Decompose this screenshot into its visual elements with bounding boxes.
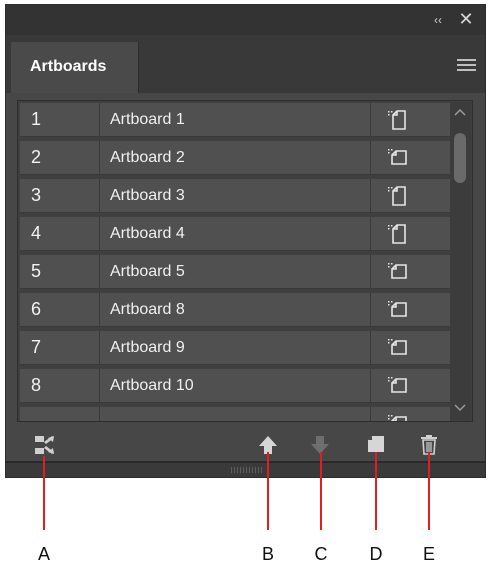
artboard-landscape-icon — [388, 339, 407, 355]
artboard-row[interactable]: 5 Artboard 5 — [20, 255, 450, 289]
artboard-number: 5 — [20, 255, 100, 288]
callout-line-a — [43, 456, 45, 530]
artboard-options-button[interactable] — [372, 103, 450, 136]
artboards-panel: ‹‹ ✕ Artboards 8 Artboard 10 7 Artboard 96A… — [5, 4, 486, 478]
artboard-landscape-icon — [388, 301, 407, 317]
artboard-row[interactable]: 1 Artboard 1 — [20, 103, 450, 137]
artboard-name[interactable]: Artboard 4 — [101, 217, 371, 250]
panel-toolbar — [6, 431, 485, 461]
artboard-landscape-icon — [388, 149, 407, 165]
rearrange-artboards-button[interactable] — [30, 431, 56, 459]
artboard-name[interactable]: Artboard 3 — [101, 179, 371, 212]
callout-label-c: C — [314, 544, 328, 564]
callout-line-c — [320, 452, 322, 530]
callout-line-b — [267, 452, 269, 530]
tab-artboards[interactable]: Artboards — [11, 42, 139, 93]
callout-label-b: B — [261, 544, 274, 564]
resize-grip-icon[interactable] — [231, 467, 263, 473]
artboard-portrait-icon — [388, 110, 406, 130]
artboard-name[interactable]: Artboard 5 — [101, 255, 371, 288]
artboard-options-button[interactable] — [372, 179, 450, 212]
artboard-options-button[interactable] — [372, 369, 450, 402]
artboard-name[interactable]: Artboard 10 — [101, 369, 371, 402]
artboard-number — [20, 407, 100, 421]
scrollbar-thumb[interactable] — [454, 133, 466, 183]
collapse-panel-button[interactable]: ‹‹ — [429, 12, 447, 28]
artboard-list: 8 Artboard 10 7 Artboard 9 6 Artboard 8 5 Artbo… — [17, 100, 473, 422]
artboard-landscape-icon — [388, 263, 407, 279]
artboard-landscape-icon — [388, 377, 407, 393]
vertical-scrollbar[interactable] — [450, 102, 471, 420]
callout-line-e — [428, 452, 430, 530]
artboard-options-button[interactable] — [372, 141, 450, 174]
artboard-name[interactable]: Artboard 9 — [101, 331, 371, 364]
callout-label-d: D — [369, 544, 383, 564]
artboard-options-button[interactable] — [372, 407, 450, 421]
artboard-options-button[interactable] — [372, 331, 450, 364]
artboard-number: 2 — [20, 141, 100, 174]
artboard-name[interactable]: Artboard 1 — [101, 103, 371, 136]
artboard-row[interactable]: 3 Artboard 3 — [20, 179, 450, 213]
panel-resize-strip — [6, 461, 485, 477]
artboard-number: 6 — [20, 293, 100, 326]
callout-line-d — [375, 452, 377, 530]
tab-row: Artboards — [6, 35, 485, 93]
artboard-name[interactable]: Artboard 2 — [101, 141, 371, 174]
tab-label: Artboards — [30, 58, 107, 75]
artboard-options-button[interactable] — [372, 255, 450, 288]
artboard-portrait-icon — [388, 186, 406, 206]
scroll-up-arrow-icon[interactable] — [453, 106, 467, 118]
artboard-number: 8 — [20, 369, 100, 402]
callout-label-e: E — [422, 544, 435, 564]
panel-title-bar: ‹‹ ✕ — [6, 5, 485, 35]
artboard-number: 4 — [20, 217, 100, 250]
artboard-options-button[interactable] — [372, 293, 450, 326]
artboard-number: 3 — [20, 179, 100, 212]
artboard-row[interactable]: 4 Artboard 4 — [20, 217, 450, 251]
panel-body: 8 Artboard 10 7 Artboard 9 6 Artboard 8 5 Artbo… — [6, 93, 485, 431]
artboard-row[interactable]: 7 Artboard 9 — [20, 331, 450, 365]
artboard-row[interactable]: 6 Artboard 8 — [20, 293, 450, 327]
artboard-row[interactable]: 8 Artboard 10 — [20, 369, 450, 403]
artboard-row[interactable] — [20, 407, 450, 421]
rearrange-artboards-icon — [35, 436, 54, 454]
artboard-options-button[interactable] — [372, 217, 450, 250]
artboard-row[interactable]: 2 Artboard 2 — [20, 141, 450, 175]
artboard-portrait-icon — [388, 224, 406, 244]
artboard-name[interactable] — [101, 407, 371, 421]
close-panel-button[interactable]: ✕ — [457, 10, 475, 28]
artboard-number: 7 — [20, 331, 100, 364]
artboard-landscape-icon — [388, 415, 407, 421]
artboard-name[interactable]: Artboard 8 — [101, 293, 371, 326]
scroll-down-arrow-icon[interactable] — [453, 402, 467, 414]
artboard-number: 1 — [20, 103, 100, 136]
callout-label-a: A — [37, 544, 50, 564]
new-artboard-icon — [368, 436, 384, 452]
hamburger-menu-icon[interactable] — [457, 59, 476, 72]
